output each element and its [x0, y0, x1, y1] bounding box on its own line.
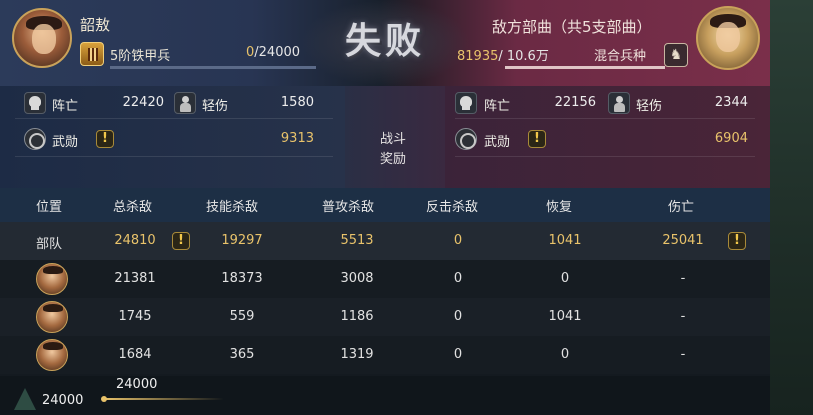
merit-icon	[24, 128, 46, 150]
battle-header: 韶敖 5阶铁甲兵 0/24000 失败 敌方部曲（共5支部曲） 81935/ 1…	[0, 0, 770, 86]
ally-wounded-label: 轻伤	[202, 99, 229, 114]
header-normal-kills: 普攻杀敌	[322, 200, 375, 215]
skull-icon	[24, 92, 46, 114]
wounded-icon	[174, 92, 196, 114]
background-edge	[770, 0, 813, 415]
timeline-line	[104, 398, 224, 400]
general-normal-kills: 1319	[340, 347, 374, 362]
unit-name: 5阶铁甲兵	[110, 49, 171, 64]
team-casualty-warning-icon[interactable]: !	[728, 232, 746, 250]
mountain-icon	[14, 388, 36, 410]
team-label: 部队	[36, 237, 63, 252]
team-counter-kills: 0	[453, 233, 463, 248]
table-row-general: 1745 559 1186 0 1041 -	[0, 298, 770, 336]
enemy-killed-value: 22156	[554, 95, 596, 110]
ally-wounded-value: 1580	[280, 95, 314, 110]
general-avatar[interactable]	[36, 263, 68, 295]
ally-killed-label: 阵亡	[52, 99, 79, 114]
header-casualties: 伤亡	[668, 200, 695, 215]
general-total-kills: 1745	[118, 309, 152, 324]
ally-killed-value: 22420	[122, 95, 164, 110]
general-avatar[interactable]	[36, 339, 68, 371]
enemy-unit-type: 混合兵种	[594, 49, 647, 64]
skull-icon	[455, 92, 477, 114]
general-recovery: 0	[560, 347, 570, 362]
team-skill-kills: 19297	[221, 233, 263, 248]
team-total-kills: 24810	[114, 233, 156, 248]
general-skill-kills: 559	[229, 309, 255, 324]
enemy-merit-value: 6904	[714, 131, 748, 146]
enemy-troop-bar	[505, 66, 665, 69]
enemy-wounded-label: 轻伤	[636, 99, 663, 114]
battle-reward-button[interactable]: 战斗 奖励	[358, 130, 428, 170]
player-name: 韶敖	[80, 16, 111, 34]
battle-report-panel: 韶敖 5阶铁甲兵 0/24000 失败 敌方部曲（共5支部曲） 81935/ 1…	[0, 0, 770, 415]
reward-label-line1: 战斗	[379, 132, 406, 147]
general-counter-kills: 0	[453, 347, 463, 362]
timeline-value-top: 24000	[116, 377, 158, 392]
header-total-kills: 总杀敌	[113, 200, 153, 215]
timeline-marker[interactable]	[101, 396, 107, 402]
iron-armor-unit-icon	[80, 42, 104, 66]
ally-troop-count: 0/24000	[246, 45, 300, 60]
enemy-killed-label: 阵亡	[484, 99, 511, 114]
ally-troop-bar	[110, 66, 316, 69]
merit-icon	[455, 128, 477, 150]
general-skill-kills: 18373	[221, 271, 263, 286]
general-total-kills: 21381	[114, 271, 156, 286]
enemy-merit-warning-icon[interactable]: !	[528, 130, 546, 148]
table-row-general: 21381 18373 3008 0 0 -	[0, 260, 770, 298]
battle-result-title: 失败	[344, 20, 425, 62]
enemy-troops-current: 81935	[457, 49, 499, 64]
general-recovery: 1041	[548, 309, 582, 324]
team-kills-warning-icon[interactable]: !	[172, 232, 190, 250]
team-casualties: 25041	[662, 233, 704, 248]
general-skill-kills: 365	[229, 347, 255, 362]
enemy-troops-max: / 10.6万	[498, 49, 549, 64]
battle-stats: 阵亡 22420 轻伤 1580 武勋 ! 9313 战斗 奖励 阵亡 2215…	[0, 86, 770, 188]
team-normal-kills: 5513	[340, 233, 374, 248]
general-normal-kills: 3008	[340, 271, 374, 286]
ally-merit-value: 9313	[280, 131, 314, 146]
general-casualties: -	[680, 271, 686, 286]
ally-troops-max: /24000	[254, 45, 301, 60]
general-normal-kills: 1186	[340, 309, 374, 324]
header-position: 位置	[36, 200, 63, 215]
table-row-general: 1684 365 1319 0 0 -	[0, 336, 770, 374]
wounded-icon	[608, 92, 630, 114]
header-recovery: 恢复	[546, 200, 573, 215]
general-avatar[interactable]	[36, 301, 68, 333]
general-counter-kills: 0	[453, 271, 463, 286]
enemy-wounded-value: 2344	[714, 95, 748, 110]
general-casualties: -	[680, 309, 686, 324]
timeline-value-left: 24000	[42, 393, 84, 408]
enemy-merit-label: 武勋	[484, 135, 511, 150]
table-row-team: 部队 24810 ! 19297 5513 0 1041 25041 !	[0, 222, 770, 260]
table-header: 位置 总杀敌 技能杀敌 普攻杀敌 反击杀敌 恢复 伤亡	[0, 188, 770, 222]
header-counter-kills: 反击杀敌	[426, 200, 479, 215]
header-skill-kills: 技能杀敌	[206, 200, 259, 215]
ally-merit-label: 武勋	[52, 135, 79, 150]
reward-label-line2: 奖励	[379, 152, 406, 167]
enemy-avatar[interactable]	[696, 6, 760, 70]
mixed-troops-icon[interactable]: ♞	[664, 43, 688, 67]
general-recovery: 0	[560, 271, 570, 286]
general-total-kills: 1684	[118, 347, 152, 362]
troop-timeline: 24000 24000	[0, 376, 770, 415]
player-avatar[interactable]	[12, 8, 72, 68]
enemy-title: 敌方部曲（共5支部曲）	[492, 18, 652, 36]
team-recovery: 1041	[548, 233, 582, 248]
enemy-troop-count: 81935/ 10.6万	[457, 45, 549, 64]
general-counter-kills: 0	[453, 309, 463, 324]
ally-merit-warning-icon[interactable]: !	[96, 130, 114, 148]
general-casualties: -	[680, 347, 686, 362]
